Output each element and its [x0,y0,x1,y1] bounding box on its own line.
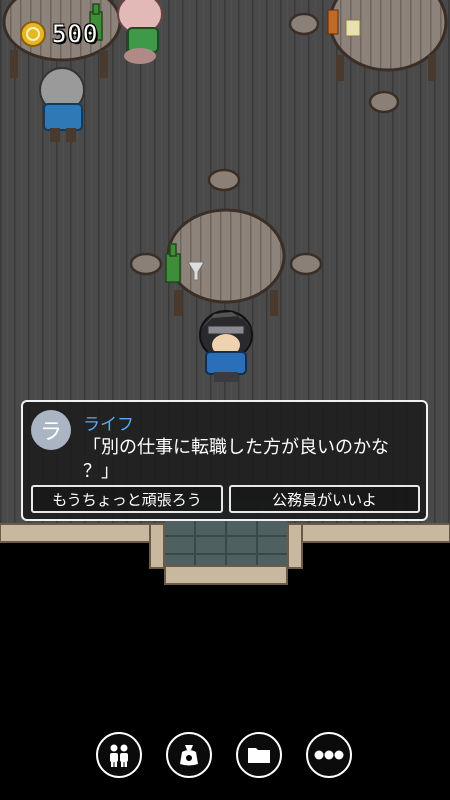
more-options-icon [314,750,344,760]
more-button[interactable] [306,732,352,778]
dialog-text: 「別の仕事に転職した方が良いのかな ？」 [83,436,418,484]
dialog-line-1: 「別の仕事に転職した方が良いのかな [83,437,389,458]
speaker-name: ライフ [83,415,134,435]
gold-coin-icon [20,21,46,47]
speaker-avatar: ラ [31,410,71,450]
item-bag-icon [180,745,198,766]
player-character [199,310,254,382]
dialog-line-2: ？」 [83,461,119,482]
party-members-icon [110,744,128,767]
items-button[interactable] [166,732,212,778]
files-button[interactable] [236,732,282,778]
choice-button-keep-trying[interactable]: もうちょっと頑張ろう [31,485,223,513]
coin-counter: 500 [20,20,98,48]
coin-amount: 500 [52,20,99,48]
folder-icon [248,748,270,763]
party-button[interactable] [96,732,142,778]
dialog-box: ラ ライフ 「別の仕事に転職した方が良いのかな ？」 もうちょっと頑張ろう 公務… [21,400,428,521]
choice-button-civil-servant[interactable]: 公務員がいいよ [229,485,420,513]
